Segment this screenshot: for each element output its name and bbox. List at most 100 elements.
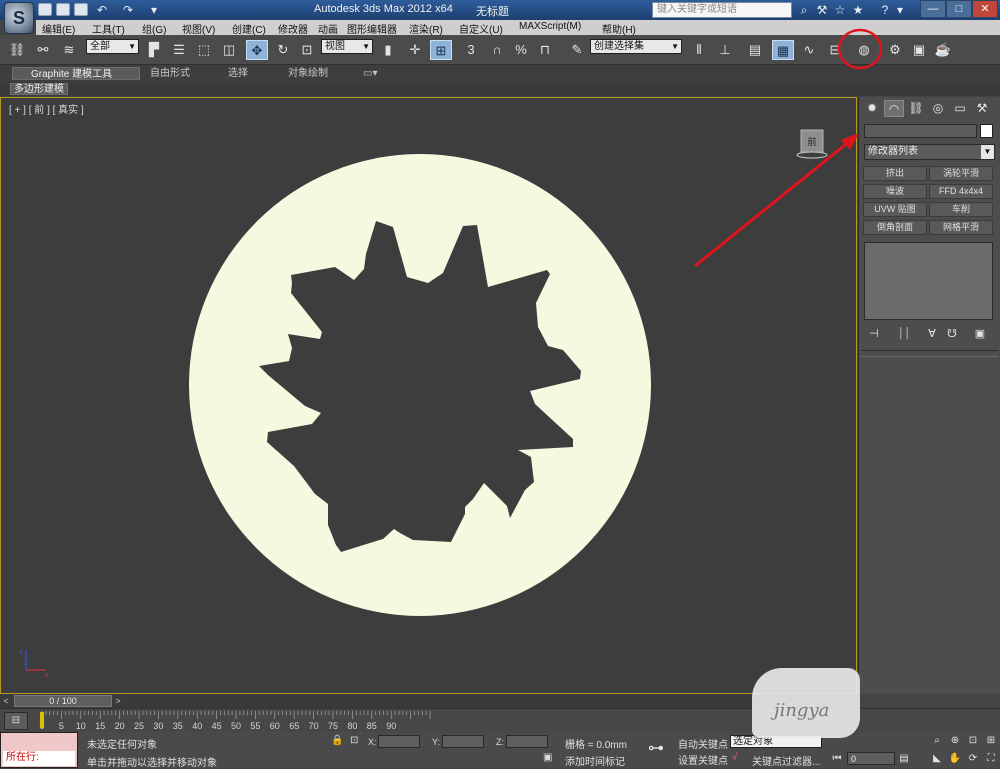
tab-selection[interactable]: 选择 bbox=[228, 67, 248, 80]
named-selection-dropdown[interactable]: 创建选择集 ▼ bbox=[590, 39, 682, 54]
select-by-name-icon[interactable]: ☰ bbox=[168, 40, 190, 60]
favorites-icon[interactable]: ☆ bbox=[833, 3, 847, 17]
menu-group[interactable]: 组(G) bbox=[142, 21, 166, 36]
current-frame-marker[interactable] bbox=[40, 712, 44, 728]
key-filters-button[interactable]: 关键点过滤器... bbox=[752, 753, 820, 768]
modifier-list-dropdown[interactable]: 修改器列表 ▼ bbox=[864, 144, 995, 160]
motion-tab-icon[interactable]: ◎ bbox=[928, 100, 948, 117]
time-config-icon[interactable]: ▤ bbox=[897, 752, 911, 765]
pivot-center-icon[interactable]: ▮ bbox=[377, 40, 399, 60]
uvw-map-button[interactable]: UVW 贴图 bbox=[863, 202, 927, 217]
menu-customize[interactable]: 自定义(U) bbox=[459, 21, 503, 36]
menu-rendering[interactable]: 渲染(R) bbox=[409, 21, 443, 36]
tab-object-paint[interactable]: 对象绘制 bbox=[288, 67, 328, 80]
search-icon[interactable]: ⌕ bbox=[797, 3, 811, 17]
field-of-view-icon[interactable]: ◣ bbox=[930, 752, 944, 765]
star-icon[interactable]: ★ bbox=[851, 3, 865, 17]
reference-coordinate-dropdown[interactable]: 视图 ▼ bbox=[321, 39, 373, 54]
communication-icon[interactable]: ⚒ bbox=[815, 3, 829, 17]
select-and-move-icon[interactable]: ✥ bbox=[246, 40, 268, 60]
pin-stack-icon[interactable]: ⊣ bbox=[865, 326, 883, 342]
select-manipulate-icon[interactable]: ✛ bbox=[404, 40, 426, 60]
display-tab-icon[interactable]: ▭ bbox=[950, 100, 970, 117]
curve-editor-icon[interactable]: ∿ bbox=[798, 40, 820, 60]
render-production-icon[interactable]: ☕ bbox=[932, 40, 954, 60]
front-viewport[interactable]: [ + ] [ 前 ] [ 真实 ] 前 x z bbox=[0, 97, 859, 694]
window-crossing-icon[interactable]: ◫ bbox=[218, 40, 240, 60]
help-dropdown-icon[interactable]: ▾ bbox=[893, 3, 907, 17]
open-file-icon[interactable] bbox=[56, 3, 70, 16]
time-tag-icon[interactable]: ▣ bbox=[543, 752, 552, 763]
remove-modifier-icon[interactable]: ☋ bbox=[943, 326, 961, 342]
menu-maxscript[interactable]: MAXScript(M) bbox=[519, 21, 581, 32]
set-key-button[interactable]: 设置关键点 bbox=[678, 752, 728, 767]
modifier-stack[interactable] bbox=[864, 242, 993, 320]
create-tab-icon[interactable]: ✹ bbox=[862, 100, 882, 117]
minimize-button[interactable]: — bbox=[920, 0, 946, 18]
unlink-icon[interactable]: ⚯ bbox=[32, 40, 54, 60]
current-frame-field[interactable]: 0 bbox=[847, 752, 895, 765]
modify-tab-icon[interactable]: ◠ bbox=[884, 100, 904, 117]
redo-icon[interactable]: ↷ bbox=[121, 3, 135, 17]
maximize-button[interactable]: □ bbox=[946, 0, 972, 18]
close-button[interactable]: ✕ bbox=[972, 0, 998, 18]
angle-snap-icon[interactable]: ∩ bbox=[486, 40, 508, 60]
orbit-icon[interactable]: ⟳ bbox=[966, 752, 980, 765]
object-name-field[interactable] bbox=[864, 124, 977, 138]
time-slider[interactable]: < 0 / 100 > bbox=[0, 694, 857, 708]
snaps-toggle-icon[interactable]: 3 bbox=[460, 40, 482, 60]
viewport-label[interactable]: [ + ] [ 前 ] [ 真实 ] bbox=[9, 101, 84, 116]
object-color-swatch[interactable] bbox=[980, 124, 993, 138]
meshsmooth-button[interactable]: 网格平滑 bbox=[929, 220, 993, 235]
menu-create[interactable]: 创建(C) bbox=[232, 21, 266, 36]
menu-tools[interactable]: 工具(T) bbox=[92, 21, 125, 36]
time-slider-thumb[interactable]: 0 / 100 bbox=[14, 695, 112, 707]
x-coordinate-field[interactable] bbox=[378, 735, 420, 748]
search-input[interactable]: 键入关键字或短语 bbox=[652, 2, 792, 18]
render-setup-icon[interactable]: ⚙ bbox=[884, 40, 906, 60]
application-menu-button[interactable]: S bbox=[4, 2, 34, 34]
percent-snap-icon[interactable]: % bbox=[510, 40, 532, 60]
save-file-icon[interactable] bbox=[74, 3, 88, 16]
maximize-viewport-icon[interactable]: ⛶ bbox=[984, 752, 998, 765]
bind-space-warp-icon[interactable]: ≋ bbox=[58, 40, 80, 60]
menu-views[interactable]: 视图(V) bbox=[182, 21, 215, 36]
graphite-toggle-icon[interactable]: ▦ bbox=[772, 40, 794, 60]
z-coordinate-field[interactable] bbox=[506, 735, 548, 748]
time-slider-prev-button[interactable]: < bbox=[0, 695, 12, 707]
extrude-button[interactable]: 挤出 bbox=[863, 166, 927, 181]
utilities-tab-icon[interactable]: ⚒ bbox=[972, 100, 992, 117]
selection-filter-dropdown[interactable]: 全部 ▼ bbox=[86, 39, 139, 54]
ffd-button[interactable]: FFD 4x4x4 bbox=[929, 184, 993, 199]
select-and-scale-icon[interactable]: ⊡ bbox=[296, 40, 318, 60]
pan-view-icon[interactable]: ✋ bbox=[948, 752, 962, 765]
zoom-icon[interactable]: ⌕ bbox=[930, 734, 944, 747]
polygon-modeling-panel[interactable]: 多边形建模 bbox=[10, 83, 68, 95]
keyboard-shortcut-override-icon[interactable]: ⊞ bbox=[430, 40, 452, 60]
add-time-tag[interactable]: 添加时间标记 bbox=[565, 753, 625, 768]
layer-manager-icon[interactable]: ▤ bbox=[744, 40, 766, 60]
y-coordinate-field[interactable] bbox=[442, 735, 484, 748]
menu-animation[interactable]: 动画 bbox=[318, 21, 338, 36]
show-end-result-icon[interactable]: ⏐⏐ bbox=[895, 326, 913, 342]
tab-freeform[interactable]: 自由形式 bbox=[150, 67, 190, 80]
noise-button[interactable]: 噪波 bbox=[863, 184, 927, 199]
mirror-icon[interactable]: ⫴ bbox=[688, 40, 710, 60]
help-icon[interactable]: ? bbox=[878, 3, 892, 17]
rendered-frame-window-icon[interactable]: ▣ bbox=[908, 40, 930, 60]
select-and-rotate-icon[interactable]: ↻ bbox=[272, 40, 294, 60]
set-key-icon[interactable]: ⊶ bbox=[642, 737, 670, 761]
mini-curve-editor-button[interactable]: ⊟ bbox=[4, 712, 28, 730]
bevel-profile-button[interactable]: 倒角剖面 bbox=[863, 220, 927, 235]
rectangular-selection-icon[interactable]: ⬚ bbox=[193, 40, 215, 60]
configure-modifier-sets-icon[interactable]: ▣ bbox=[971, 326, 989, 342]
hierarchy-tab-icon[interactable]: ⛓ bbox=[906, 100, 926, 117]
absolute-mode-icon[interactable]: ⊡ bbox=[350, 735, 358, 746]
menu-graph-editors[interactable]: 图形编辑器 bbox=[347, 21, 397, 36]
maxscript-line-label[interactable]: 所在行: bbox=[3, 751, 75, 766]
ribbon-options-icon[interactable]: ▭▾ bbox=[363, 67, 377, 80]
spinner-snap-icon[interactable]: ⊓ bbox=[534, 40, 556, 60]
lathe-button[interactable]: 车削 bbox=[929, 202, 993, 217]
link-icon[interactable]: ⛓ bbox=[6, 40, 28, 60]
key-filter-icon[interactable]: √ bbox=[732, 752, 738, 763]
